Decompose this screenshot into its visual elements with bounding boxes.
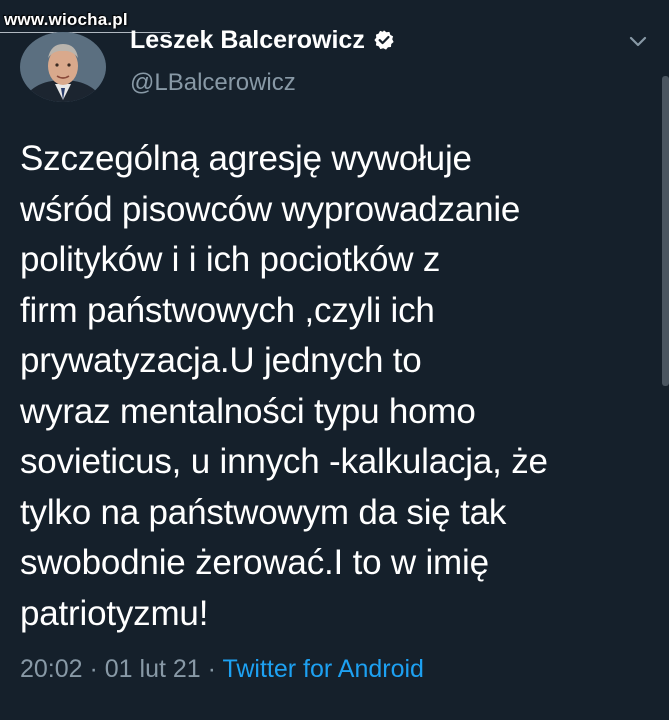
meta-separator: · [200, 655, 223, 683]
tweet-time[interactable]: 20:02 [20, 655, 83, 683]
tweet-text-line: tylko na państwowym da się tak [20, 492, 507, 532]
tweet-source-link[interactable]: Twitter for Android [222, 655, 423, 683]
tweet-text-line: wyraz mentalności typu homo [20, 391, 476, 431]
scrollbar[interactable] [662, 76, 669, 386]
tweet-text: Szczególną agresję wywołuje wśród pisowc… [20, 134, 640, 639]
author-name[interactable]: Leszek Balcerowicz [130, 22, 365, 58]
avatar[interactable] [20, 32, 106, 102]
tweet-text-line: sovieticus, u innych -kalkulacja, że [20, 442, 548, 481]
author-handle[interactable]: @LBalcerowicz [130, 66, 296, 100]
tweet-date[interactable]: 01 lut 21 [105, 655, 201, 683]
tweet-text-line: firm państwowych ,czyli ich [20, 290, 435, 330]
tweet-text-line: Szczególną agresję wywołuje [20, 139, 472, 178]
tweet-text-line: patriotyzmu! [20, 593, 209, 633]
avatar-photo [20, 32, 106, 102]
tweet-text-line: wśród pisowców wyprowadzanie [20, 189, 521, 229]
tweet-text-line: prywatyzacja.U jednych to [20, 341, 422, 380]
tweet-meta: 20:02 · 01 lut 21 · Twitter for Android [20, 652, 424, 686]
watermark-text: www.wiocha.pl [4, 10, 128, 29]
chevron-down-icon[interactable] [628, 35, 648, 49]
author-row: Leszek Balcerowicz [130, 22, 395, 58]
meta-separator: · [82, 655, 105, 683]
tweet-text-line: polityków i i ich pociotków z [20, 240, 441, 279]
verified-badge-icon [373, 29, 395, 51]
tweet-text-line: swobodnie żerować.I to w imię [20, 543, 489, 582]
